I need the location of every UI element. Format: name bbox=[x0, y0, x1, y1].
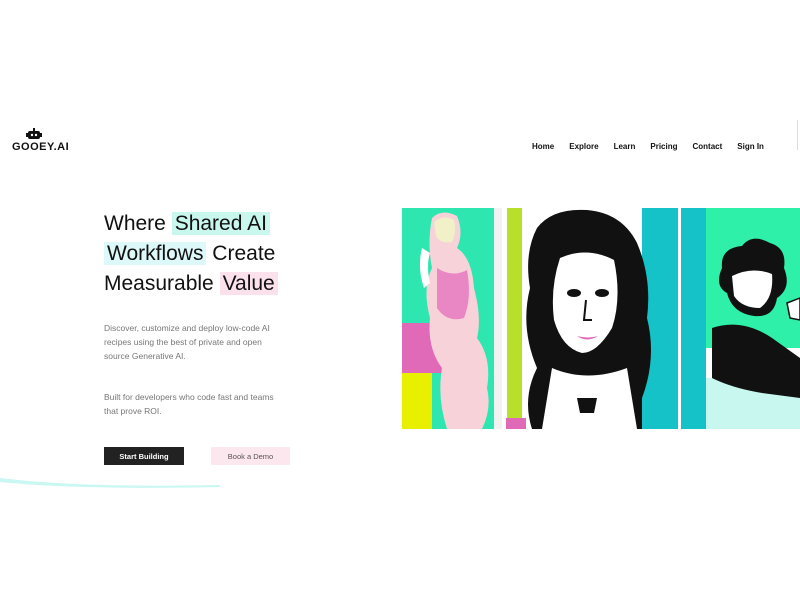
headline-text: Create bbox=[206, 242, 276, 265]
nav-home[interactable]: Home bbox=[532, 142, 554, 151]
nav-pricing[interactable]: Pricing bbox=[650, 142, 677, 151]
main-nav: Home Explore Learn Pricing Contact Sign … bbox=[532, 142, 764, 151]
nav-learn[interactable]: Learn bbox=[614, 142, 636, 151]
nav-sign-in[interactable]: Sign In bbox=[737, 142, 764, 151]
headline-highlight: Value bbox=[219, 272, 278, 295]
robot-icon bbox=[26, 128, 42, 139]
headline-text: Where bbox=[104, 212, 172, 235]
headline-highlight: Shared AI bbox=[171, 212, 270, 235]
decorative-swoosh bbox=[0, 478, 220, 488]
brand-logo[interactable]: GOOEY.AI bbox=[12, 128, 72, 158]
hero-artwork bbox=[402, 208, 800, 429]
art-panel-center bbox=[502, 208, 706, 429]
art-panel-left bbox=[402, 208, 502, 429]
nav-explore[interactable]: Explore bbox=[569, 142, 598, 151]
start-building-button[interactable]: Start Building bbox=[104, 447, 184, 465]
headline-highlight: Workflows bbox=[104, 242, 207, 265]
hero-description: Discover, customize and deploy low-code … bbox=[104, 323, 270, 361]
nav-contact[interactable]: Contact bbox=[693, 142, 723, 151]
hero-headline: Where Shared AI Workflows Create Measura… bbox=[104, 209, 354, 299]
hero-description-secondary: Built for developers who code fast and t… bbox=[104, 392, 274, 416]
brand-name: GOOEY.AI bbox=[12, 141, 70, 153]
art-panel-right bbox=[706, 208, 800, 429]
headline-text: Measurable bbox=[104, 272, 220, 295]
book-demo-button[interactable]: Book a Demo bbox=[211, 447, 290, 465]
header-divider bbox=[797, 120, 798, 150]
